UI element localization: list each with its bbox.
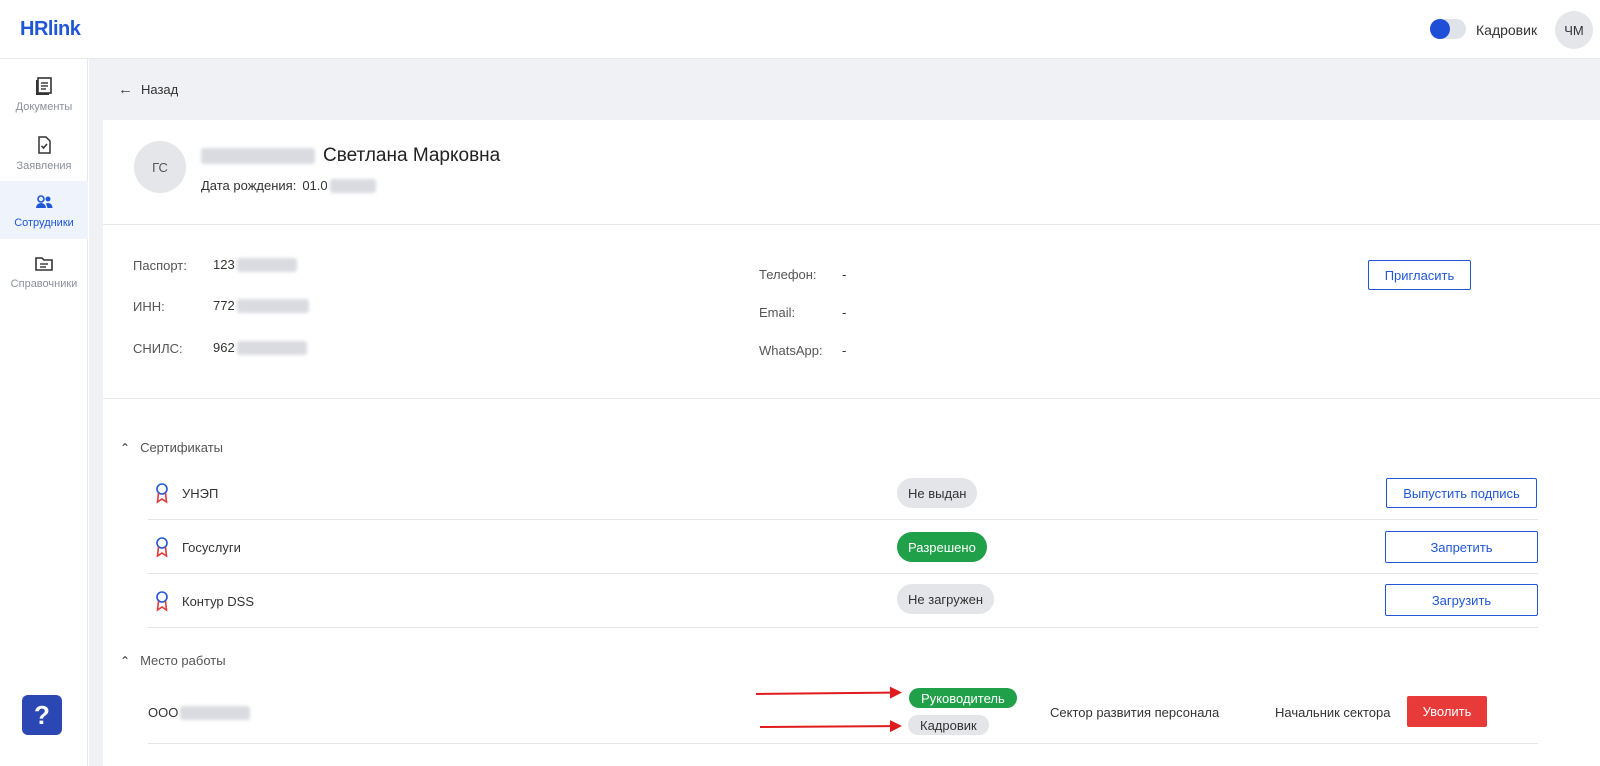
role-toggle[interactable] [1430, 19, 1466, 39]
certificate-row: УНЭП Не выдан Выпустить подпись [148, 466, 1538, 520]
position-name: Начальник сектора [1275, 705, 1391, 720]
status-badge: Не загружен [897, 584, 994, 614]
snils-visible: 962 [213, 340, 235, 355]
org-prefix: ООО [148, 705, 179, 720]
divider [103, 398, 1600, 399]
sidebar-item-label: Заявления [16, 160, 72, 172]
snils-value: 962 [213, 340, 307, 355]
back-label: Назад [141, 82, 179, 97]
certificate-name: Госуслуги [182, 540, 241, 555]
back-link[interactable]: ← Назад [118, 81, 178, 98]
certificate-icon [156, 483, 168, 504]
snils-label: СНИЛС: [133, 341, 183, 356]
help-button[interactable]: ? [22, 695, 62, 735]
employee-card [103, 120, 1600, 766]
redacted-org [180, 705, 251, 720]
whatsapp-label: WhatsApp: [759, 343, 823, 358]
upload-button[interactable]: Загрузить [1385, 584, 1538, 616]
sidebar-item-label: Сотрудники [14, 217, 74, 229]
certificates-section-toggle[interactable]: ⌃ Сертификаты [120, 440, 223, 455]
dob-label: Дата рождения: [201, 178, 297, 193]
invite-button[interactable]: Пригласить [1368, 260, 1471, 290]
role-badge-hr: Кадровик [908, 715, 989, 735]
sidebar-item-documents[interactable]: Документы [0, 65, 88, 123]
inn-visible: 772 [213, 298, 235, 313]
redacted-inn [236, 298, 309, 313]
role-badge-manager: Руководитель [909, 688, 1017, 708]
passport-visible: 123 [213, 257, 235, 272]
documents-icon [36, 77, 52, 95]
certificates-title: Сертификаты [140, 440, 224, 455]
top-bar: HRlink Кадровик ЧМ [0, 0, 1600, 59]
logo-text: HRlink [20, 17, 81, 40]
user-avatar[interactable]: ЧМ [1555, 11, 1593, 49]
certificate-icon [156, 591, 168, 612]
redacted-passport [236, 257, 297, 272]
dob-value: 01.0 [302, 178, 328, 193]
certificate-name: Контур DSS [182, 594, 255, 609]
employee-name: Светлана Марковна [201, 145, 500, 167]
birth-date: Дата рождения: 01.0 [201, 178, 376, 193]
redacted-dob [329, 178, 376, 193]
whatsapp-value: - [842, 343, 847, 358]
passport-value: 123 [213, 257, 297, 272]
sidebar-item-label: Документы [15, 101, 73, 113]
chevron-up-icon: ⌃ [120, 440, 131, 455]
sidebar-item-directories[interactable]: Справочники [0, 242, 88, 300]
applications-icon [38, 136, 51, 154]
issue-signature-button[interactable]: Выпустить подпись [1386, 478, 1537, 508]
certificate-row: Контур DSS Не загружен Загрузить [148, 574, 1538, 628]
redacted-snils [236, 340, 307, 355]
dismiss-button[interactable]: Уволить [1407, 696, 1487, 727]
sidebar-item-label: Справочники [10, 278, 78, 290]
certificate-icon [156, 537, 168, 558]
certificate-row: Госуслуги Разрешено Запретить [148, 520, 1538, 574]
redacted-surname [201, 148, 315, 164]
inn-label: ИНН: [133, 299, 165, 314]
organization-name: ООО [148, 705, 251, 720]
role-label: Кадровик [1476, 22, 1538, 38]
status-badge: Разрешено [897, 532, 987, 562]
certificate-name: УНЭП [182, 486, 219, 501]
passport-label: Паспорт: [133, 258, 187, 273]
divider [103, 224, 1600, 225]
email-label: Email: [759, 305, 796, 320]
chevron-up-icon: ⌃ [120, 653, 131, 668]
phone-label: Телефон: [759, 267, 817, 282]
inn-value: 772 [213, 298, 309, 313]
sidebar: Документы Заявления Сотрудники Справочни… [0, 59, 88, 766]
status-badge: Не выдан [897, 478, 978, 508]
sidebar-item-applications[interactable]: Заявления [0, 124, 88, 182]
employee-avatar: ГС [134, 141, 186, 193]
hrlink-logo[interactable]: HRlink [20, 14, 81, 44]
workplace-row: ООО Руководитель Кадровик Сектор развити… [148, 686, 1538, 744]
phone-value: - [842, 267, 847, 282]
arrow-left-icon: ← [118, 81, 133, 98]
sidebar-item-employees[interactable]: Сотрудники [0, 181, 88, 239]
workplace-title: Место работы [140, 653, 226, 668]
email-value: - [842, 305, 847, 320]
employees-icon [36, 195, 53, 208]
directories-icon [35, 257, 53, 271]
employee-name-visible: Светлана Марковна [323, 145, 501, 166]
toggle-knob [1430, 19, 1450, 39]
workplace-section-toggle[interactable]: ⌃ Место работы [120, 653, 226, 668]
forbid-button[interactable]: Запретить [1385, 531, 1538, 563]
department-name: Сектор развития персонала [1050, 705, 1220, 720]
